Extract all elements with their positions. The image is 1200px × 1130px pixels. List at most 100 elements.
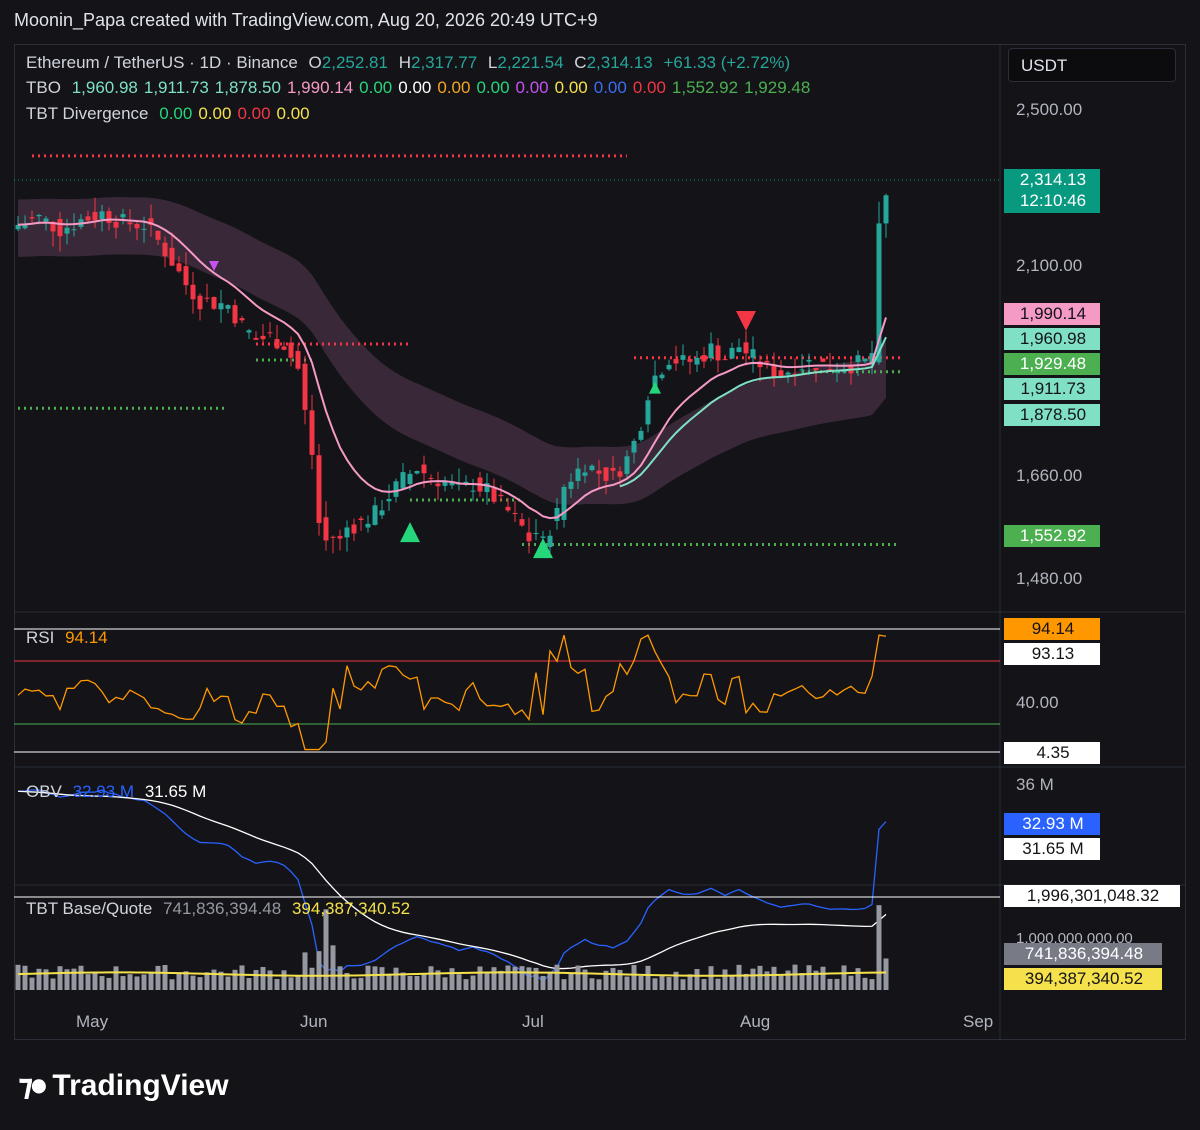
volume-bar xyxy=(778,975,784,990)
volume-bar xyxy=(575,965,581,990)
candle-body xyxy=(554,507,560,521)
high-value: 2,317.77 xyxy=(410,53,478,72)
volume-bar xyxy=(561,979,567,990)
obv-axis-label: 36 M xyxy=(1016,775,1054,794)
close-value: 2,314.13 xyxy=(586,53,653,72)
candle-body xyxy=(659,374,665,379)
volume-bar xyxy=(197,977,203,990)
candle-body xyxy=(631,440,637,453)
tbo-label[interactable]: TBO xyxy=(26,78,61,97)
last-price-value: 2,314.13 xyxy=(1019,170,1087,189)
candle-body xyxy=(323,517,329,541)
candle-body xyxy=(134,224,140,229)
volume-bar xyxy=(15,964,21,990)
obv-ma-line xyxy=(17,790,887,970)
tbo-legend[interactable]: TBO 1,960.98 1,911.73 1,878.50 1,990.14 0.00… xyxy=(26,78,822,98)
candle-body xyxy=(64,227,70,234)
divergence-label[interactable]: TBT Divergence xyxy=(26,104,149,123)
change-value: +61.33 (+2.72%) xyxy=(663,53,791,72)
high-label: H xyxy=(398,53,411,72)
candle-body xyxy=(197,295,203,310)
volume-bar xyxy=(365,965,371,990)
volume-bar xyxy=(379,967,385,990)
candle-body xyxy=(589,465,595,471)
symbol-title[interactable]: Ethereum / TetherUS · 1D · Binance xyxy=(26,53,298,72)
volume-bar xyxy=(715,978,721,990)
candle-body xyxy=(645,400,651,425)
rsi-legend[interactable]: RSI 94.14 xyxy=(26,628,114,648)
volume-bar xyxy=(680,979,686,990)
currency-button[interactable]: USDT xyxy=(1008,48,1176,82)
open-value: 2,252.81 xyxy=(321,53,388,72)
volume-bar xyxy=(547,971,553,990)
ohlc-legend[interactable]: Ethereum / TetherUS · 1D · Binance O2,25… xyxy=(26,53,796,73)
volume-bar xyxy=(624,976,630,990)
tbo-price-tag: 1,911.73 xyxy=(1004,378,1100,400)
time-axis-label: Aug xyxy=(740,1012,771,1031)
tbo-value-1: 1,911.73 xyxy=(143,78,209,97)
volume-bar xyxy=(785,970,791,990)
last-price-tag: 2,314.13 12:10:46 xyxy=(1004,169,1100,213)
volume-bar xyxy=(652,978,658,990)
candle-body xyxy=(666,364,672,370)
rsi-upper-tag: 93.13 xyxy=(1004,643,1100,665)
volume-bar xyxy=(862,977,868,990)
candle-body xyxy=(799,369,805,371)
volume-bar xyxy=(162,965,168,990)
obv-ma-tag: 31.65 M xyxy=(1004,838,1100,860)
rsi-lower-tag: 4.35 xyxy=(1004,742,1100,764)
volume-bar xyxy=(176,973,182,990)
volume-bar xyxy=(526,967,532,990)
volume-bar xyxy=(484,972,490,990)
volume-label[interactable]: TBT Base/Quote xyxy=(26,899,152,918)
obv-legend[interactable]: OBV 32.93 M 31.65 M xyxy=(26,782,212,802)
candle-body xyxy=(372,505,378,525)
volume-bar xyxy=(134,976,140,990)
rsi-value-tag: 94.14 xyxy=(1004,618,1100,640)
volume-bar xyxy=(876,905,882,990)
time-axis-label: Sep xyxy=(963,1012,994,1031)
volume-bar xyxy=(323,909,329,990)
volume-bar xyxy=(792,964,798,990)
div-value-0: 0.00 xyxy=(159,104,193,123)
volume-bar xyxy=(239,965,245,990)
volume-bar xyxy=(316,951,322,990)
volume-bar xyxy=(141,974,147,990)
candle-body xyxy=(204,297,210,299)
volume-ma-value: 394,387,340.52 xyxy=(291,899,411,918)
candle-body xyxy=(302,363,308,410)
obv-pane xyxy=(17,789,887,983)
volume-bar xyxy=(274,978,280,990)
candle-body xyxy=(498,494,504,497)
rsi-label[interactable]: RSI xyxy=(26,628,54,647)
time-axis-label: May xyxy=(76,1012,109,1031)
candle-body xyxy=(575,468,581,481)
volume-max-tag: 1,996,301,048.32 xyxy=(1004,885,1180,907)
volume-bar xyxy=(855,968,861,990)
candle-body xyxy=(176,263,182,272)
buy-signal-icon xyxy=(649,381,661,394)
volume-bar xyxy=(442,977,448,990)
volume-bar xyxy=(477,966,483,990)
candle-body xyxy=(211,297,217,309)
tradingview-logo[interactable]: ⁊⦁ TradingView xyxy=(18,1068,229,1103)
volume-bar xyxy=(750,968,756,990)
candle-body xyxy=(827,369,833,371)
volume-bar xyxy=(757,965,763,990)
volume-bar xyxy=(617,969,623,990)
volume-bar xyxy=(533,967,539,990)
brand-name: TradingView xyxy=(52,1069,229,1102)
volume-legend[interactable]: TBT Base/Quote 741,836,394.48 394,387,34… xyxy=(26,899,416,919)
tbo-cloud-area xyxy=(18,197,886,505)
candle-body xyxy=(365,523,371,528)
volume-bar xyxy=(288,977,294,990)
volume-bar xyxy=(421,973,427,990)
volume-bar xyxy=(631,965,637,990)
volume-bar xyxy=(225,976,231,990)
obv-label[interactable]: OBV xyxy=(26,782,62,801)
volume-bar xyxy=(386,973,392,990)
divergence-legend[interactable]: TBT Divergence 0.00 0.00 0.00 0.00 xyxy=(26,104,322,124)
volume-bar xyxy=(204,972,210,990)
volume-bar xyxy=(512,966,518,990)
open-label: O xyxy=(308,53,322,72)
